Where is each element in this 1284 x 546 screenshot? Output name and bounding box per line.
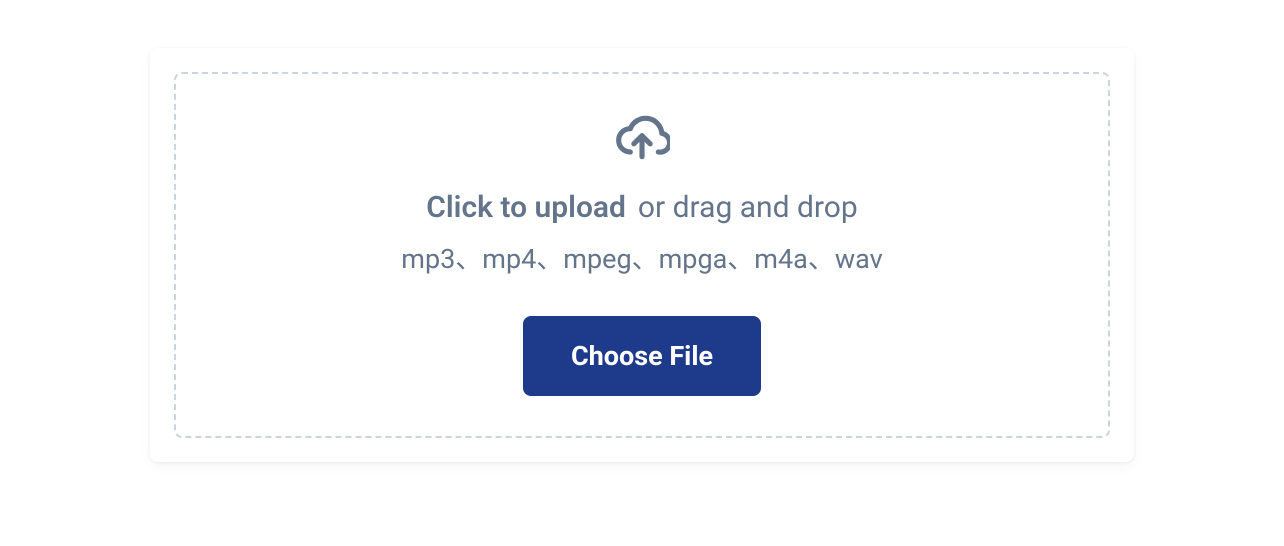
- cloud-upload-icon: [614, 110, 670, 166]
- click-to-upload-text: Click to upload: [426, 190, 626, 225]
- upload-card: Click to upload or drag and drop mp3、mp4…: [150, 48, 1134, 462]
- upload-instruction: Click to upload or drag and drop: [426, 190, 858, 225]
- upload-dropzone[interactable]: Click to upload or drag and drop mp3、mp4…: [174, 72, 1110, 438]
- choose-file-button[interactable]: Choose File: [523, 316, 761, 396]
- drag-and-drop-text: or drag and drop: [638, 190, 858, 225]
- accepted-file-types: mp3、mp4、mpeg、mpga、m4a、wav: [401, 237, 882, 276]
